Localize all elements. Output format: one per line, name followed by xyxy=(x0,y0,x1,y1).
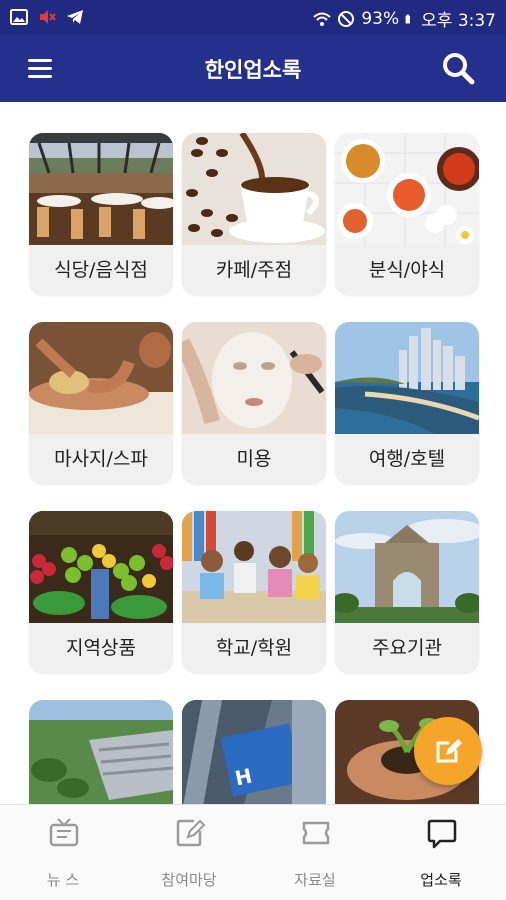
coffee-image xyxy=(182,133,326,245)
category-card-school[interactable]: 학교/학원 xyxy=(182,511,326,673)
nav-label: 뉴 스 xyxy=(46,871,80,889)
category-label: 마사지/스파 xyxy=(29,434,173,484)
category-card-travel[interactable]: 여행/호텔 xyxy=(335,322,479,484)
page-title: 한인업소록 xyxy=(204,58,302,82)
restaurant-image xyxy=(29,133,173,245)
mute-icon xyxy=(40,10,56,24)
category-label: 식당/음식점 xyxy=(29,245,173,295)
nav-news[interactable]: 뉴 스 xyxy=(0,805,126,900)
monument-image xyxy=(335,511,479,623)
category-card-cafe[interactable]: 카페/주점 xyxy=(182,133,326,295)
clock: 오후 3:37 xyxy=(421,11,496,31)
write-fab-button[interactable] xyxy=(414,717,482,785)
category-grid: 식당/음식점 카페/주점 분식/야식 마사지/스파 미용 여행/호텔 지역상품 … xyxy=(0,102,506,804)
category-label: 미용 xyxy=(182,434,326,484)
category-card-massage[interactable]: 마사지/스파 xyxy=(29,322,173,484)
edit-icon xyxy=(436,739,462,763)
wifi-icon xyxy=(313,12,332,26)
nav-archive[interactable]: 자료실 xyxy=(252,805,378,900)
category-label: 여행/호텔 xyxy=(335,434,479,484)
battery-percent: 93% xyxy=(361,8,400,29)
edit-note-icon xyxy=(176,819,206,847)
status-bar: 93% 오후 3:37 xyxy=(0,0,506,34)
category-card-10[interactable] xyxy=(29,700,173,804)
category-label: 지역상품 xyxy=(29,623,173,673)
category-label: 학교/학원 xyxy=(182,623,326,673)
industrial-complex-image xyxy=(29,700,173,804)
image-icon xyxy=(10,9,28,25)
category-card-beauty[interactable]: 미용 xyxy=(182,322,326,484)
category-label: 카페/주점 xyxy=(182,245,326,295)
category-card-local-goods[interactable]: 지역상품 xyxy=(29,511,173,673)
nav-label: 업소록 xyxy=(420,871,462,889)
beauty-image xyxy=(182,322,326,434)
do-not-disturb-icon xyxy=(338,10,355,27)
bottom-navigation: 뉴 스 참여마당 자료실 업소록 xyxy=(0,804,506,900)
chat-bubble-icon xyxy=(427,819,457,849)
market-image xyxy=(29,511,173,623)
category-label: 주요기관 xyxy=(335,623,479,673)
hospital-image: H xyxy=(182,700,326,804)
tv-icon xyxy=(49,818,79,847)
ticket-icon xyxy=(302,821,330,845)
category-card-institutions[interactable]: 주요기관 xyxy=(335,511,479,673)
category-card-11[interactable]: H xyxy=(182,700,326,804)
travel-image xyxy=(335,322,479,434)
nav-community[interactable]: 참여마당 xyxy=(126,805,252,900)
search-icon[interactable] xyxy=(438,48,478,88)
nav-label: 자료실 xyxy=(294,871,336,889)
nav-label: 참여마당 xyxy=(161,871,217,889)
category-card-snack[interactable]: 분식/야식 xyxy=(335,133,479,295)
telegram-icon xyxy=(67,10,83,24)
category-card-restaurant[interactable]: 식당/음식점 xyxy=(29,133,173,295)
snack-image xyxy=(335,133,479,245)
category-label: 분식/야식 xyxy=(335,245,479,295)
battery-icon xyxy=(405,14,411,23)
school-image xyxy=(182,511,326,623)
nav-directory[interactable]: 업소록 xyxy=(378,805,504,900)
app-bar: 한인업소록 xyxy=(0,34,506,102)
massage-image xyxy=(29,322,173,434)
